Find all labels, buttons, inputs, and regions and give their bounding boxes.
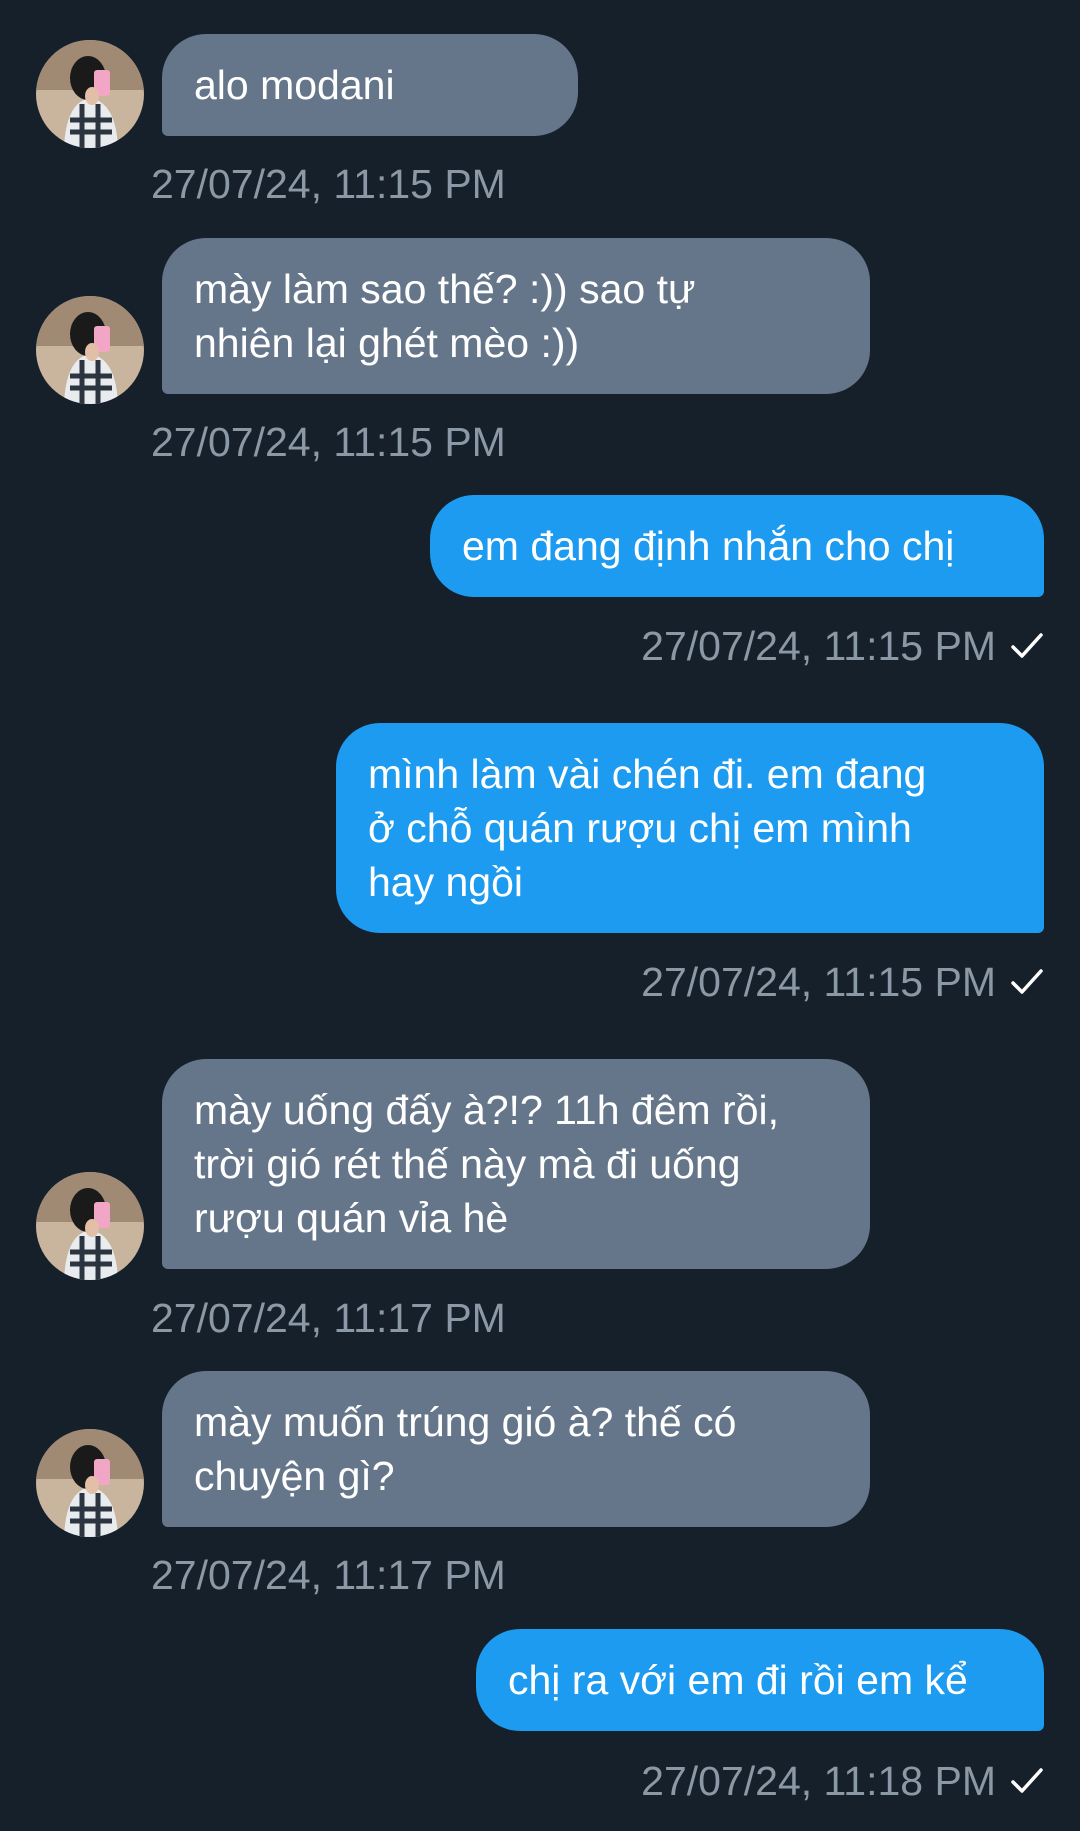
avatar[interactable] [36, 296, 144, 404]
message-timestamp: 27/07/24, 11:15 PM [151, 419, 506, 465]
message-bubble-sent[interactable]: em đang định nhắn cho chị [430, 495, 1044, 597]
message-timestamp: 27/07/24, 11:17 PM [151, 1295, 506, 1341]
message-thread: alo modani 27/07/24, 11:15 PM mày làm sa… [0, 0, 1080, 1831]
message-bubble-received[interactable]: alo modani [162, 34, 578, 136]
check-icon [1011, 969, 1043, 994]
message-bubble-sent[interactable]: mình làm vài chén đi. em đang ở chỗ quán… [336, 723, 1044, 933]
avatar-photo [36, 40, 144, 148]
avatar[interactable] [36, 40, 144, 148]
avatar-photo [36, 296, 144, 404]
message-timestamp: 27/07/24, 11:17 PM [151, 1552, 506, 1598]
message-timestamp: 27/07/24, 11:15 PM [641, 959, 996, 1005]
message-bubble-sent[interactable]: chị ra với em đi rồi em kể [476, 1629, 1044, 1731]
avatar[interactable] [36, 1172, 144, 1280]
avatar-photo [36, 1172, 144, 1280]
message-bubble-received[interactable]: mày làm sao thế? :)) sao tự nhiên lại gh… [162, 238, 870, 394]
message-status-row: 27/07/24, 11:18 PM [641, 1757, 1044, 1805]
message-timestamp: 27/07/24, 11:15 PM [151, 161, 506, 207]
check-icon [1011, 1768, 1043, 1793]
check-icon [1011, 633, 1043, 658]
message-status-row: 27/07/24, 11:15 PM [641, 622, 1044, 670]
avatar-photo [36, 1429, 144, 1537]
message-timestamp: 27/07/24, 11:18 PM [641, 1758, 996, 1804]
message-bubble-received[interactable]: mày muốn trúng gió à? thế có chuyện gì? [162, 1371, 870, 1527]
message-timestamp: 27/07/24, 11:15 PM [641, 623, 996, 669]
avatar[interactable] [36, 1429, 144, 1537]
message-bubble-received[interactable]: mày uống đấy à?!? 11h đêm rồi, trời gió … [162, 1059, 870, 1269]
message-status-row: 27/07/24, 11:15 PM [641, 958, 1044, 1006]
